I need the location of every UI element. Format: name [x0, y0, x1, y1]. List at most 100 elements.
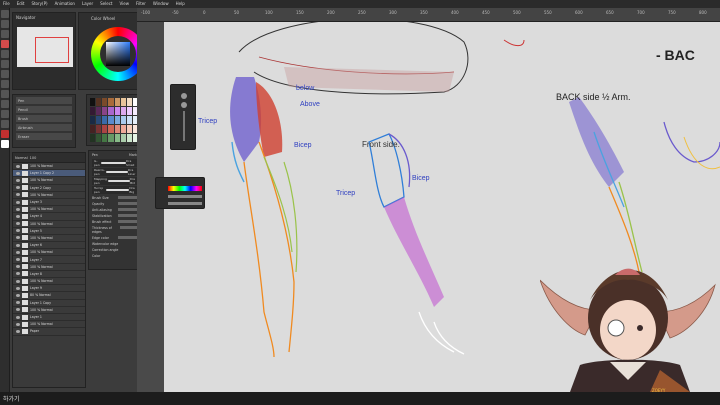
- visibility-eye-icon[interactable]: [16, 315, 20, 319]
- stabilizer-knob-top[interactable]: [181, 93, 187, 99]
- menu-item[interactable]: File: [3, 0, 10, 8]
- visibility-eye-icon[interactable]: [16, 200, 20, 204]
- layer-opacity-value[interactable]: 100: [30, 156, 37, 160]
- color-swatch[interactable]: [102, 107, 108, 115]
- layer-row[interactable]: Layer 1 Copy: [13, 300, 85, 307]
- layer-row[interactable]: Layer 6: [13, 242, 85, 250]
- visibility-eye-icon[interactable]: [16, 236, 20, 240]
- color-swatch[interactable]: [120, 116, 126, 124]
- color-swatch[interactable]: [114, 116, 120, 124]
- layer-row[interactable]: Layer 4: [13, 213, 85, 221]
- layer-row[interactable]: Layer 3: [13, 199, 85, 207]
- subtool-item[interactable]: Eraser: [16, 133, 72, 140]
- subtool-item[interactable]: Brush: [16, 115, 72, 122]
- color-swatch[interactable]: [90, 107, 96, 115]
- color-swatch[interactable]: [126, 134, 132, 142]
- layer-row[interactable]: 100 % Normal: [13, 307, 85, 314]
- color-swatch[interactable]: [108, 125, 114, 133]
- color-swatch[interactable]: [126, 107, 132, 115]
- layer-row[interactable]: 100 % Normal: [13, 278, 85, 286]
- taskbar-label[interactable]: 하가기: [3, 394, 20, 403]
- gradient-tool-icon[interactable]: [1, 90, 9, 98]
- layer-row[interactable]: 100 % Normal: [13, 192, 85, 199]
- saturation-slider[interactable]: [168, 195, 202, 198]
- brush-option-row[interactable]: Color: [92, 254, 140, 258]
- layer-row[interactable]: 80 % Normal: [13, 292, 85, 300]
- visibility-eye-icon[interactable]: [16, 258, 20, 262]
- menu-item[interactable]: Layer: [82, 0, 93, 8]
- select-tool-icon[interactable]: [1, 30, 9, 38]
- menu-item[interactable]: Edit: [17, 0, 25, 8]
- color-swatch[interactable]: [126, 116, 132, 124]
- brush-tool-icon[interactable]: [1, 60, 9, 68]
- color-swatch[interactable]: [108, 134, 114, 142]
- subtool-item[interactable]: Pencil: [16, 106, 72, 113]
- visibility-eye-icon[interactable]: [16, 250, 20, 254]
- pencil-tool-icon[interactable]: [1, 50, 9, 58]
- color-swatch[interactable]: [108, 107, 114, 115]
- subtool-item[interactable]: Pen: [16, 97, 72, 104]
- brush-item[interactable]: Real G-pen Dra Liner: [92, 168, 140, 176]
- layer-row[interactable]: 100 % Normal: [13, 249, 85, 257]
- color-swatch[interactable]: [102, 116, 108, 124]
- stabilizer-slider[interactable]: [183, 111, 185, 141]
- visibility-eye-icon[interactable]: [16, 178, 20, 182]
- color-swatch[interactable]: [108, 98, 114, 106]
- menu-item[interactable]: Help: [176, 0, 185, 8]
- visibility-eye-icon[interactable]: [16, 164, 20, 168]
- layer-row[interactable]: 100 % Normal: [13, 206, 85, 214]
- brush-item[interactable]: G-pen Dra Small: [92, 159, 140, 167]
- layer-row[interactable]: Layer 9: [13, 285, 85, 293]
- layer-row[interactable]: 100 % Normal: [13, 221, 85, 228]
- stabilizer-knob-mid[interactable]: [181, 102, 187, 108]
- menu-item[interactable]: Window: [153, 0, 169, 8]
- color-swatch[interactable]: [96, 125, 102, 133]
- visibility-eye-icon[interactable]: [16, 186, 20, 190]
- color-swatch[interactable]: [114, 134, 120, 142]
- hue-slider[interactable]: [168, 186, 202, 191]
- main-color-swatch[interactable]: [1, 130, 9, 138]
- color-swatch[interactable]: [120, 107, 126, 115]
- visibility-eye-icon[interactable]: [16, 229, 20, 233]
- eyedropper-tool-icon[interactable]: [1, 110, 9, 118]
- layer-row[interactable]: Layer 2 Copy: [13, 185, 85, 192]
- color-swatch[interactable]: [90, 116, 96, 124]
- color-swatch[interactable]: [114, 125, 120, 133]
- visibility-eye-icon[interactable]: [16, 265, 20, 269]
- brush-tab[interactable]: Pen: [92, 153, 98, 157]
- blend-mode-select[interactable]: Normal: [15, 156, 28, 160]
- color-swatch[interactable]: [108, 116, 114, 124]
- visibility-eye-icon[interactable]: [16, 293, 20, 297]
- visibility-eye-icon[interactable]: [16, 214, 20, 218]
- visibility-eye-icon[interactable]: [16, 329, 20, 333]
- navigator-view-frame[interactable]: [35, 37, 69, 63]
- color-swatch[interactable]: [102, 98, 108, 106]
- pen-tool-icon[interactable]: [1, 40, 9, 48]
- visibility-eye-icon[interactable]: [16, 301, 20, 305]
- visibility-eye-icon[interactable]: [16, 322, 20, 326]
- menu-item[interactable]: Select: [100, 0, 112, 8]
- visibility-eye-icon[interactable]: [16, 207, 20, 211]
- menu-item[interactable]: Animation: [55, 0, 75, 8]
- color-swatch[interactable]: [120, 98, 126, 106]
- visibility-eye-icon[interactable]: [16, 171, 20, 175]
- move-tool-icon[interactable]: [1, 10, 9, 18]
- color-swatch[interactable]: [102, 125, 108, 133]
- layer-row[interactable]: 100 % Normal: [13, 177, 85, 185]
- value-slider[interactable]: [168, 202, 202, 205]
- sub-color-swatch[interactable]: [1, 140, 9, 148]
- color-swatch[interactable]: [102, 134, 108, 142]
- menu-item[interactable]: View: [119, 0, 129, 8]
- layer-row[interactable]: Layer 1 Copy 2: [13, 170, 85, 178]
- eraser-tool-icon[interactable]: [1, 70, 9, 78]
- layer-row[interactable]: 100 % Normal: [13, 264, 85, 271]
- color-swatch[interactable]: [126, 125, 132, 133]
- visibility-eye-icon[interactable]: [16, 272, 20, 276]
- color-swatch[interactable]: [96, 116, 102, 124]
- layer-row[interactable]: 100 % Normal: [13, 235, 85, 243]
- color-swatch[interactable]: [90, 98, 96, 106]
- color-swatch[interactable]: [90, 125, 96, 133]
- visibility-eye-icon[interactable]: [16, 243, 20, 247]
- color-swatch[interactable]: [114, 98, 120, 106]
- color-swatch[interactable]: [96, 98, 102, 106]
